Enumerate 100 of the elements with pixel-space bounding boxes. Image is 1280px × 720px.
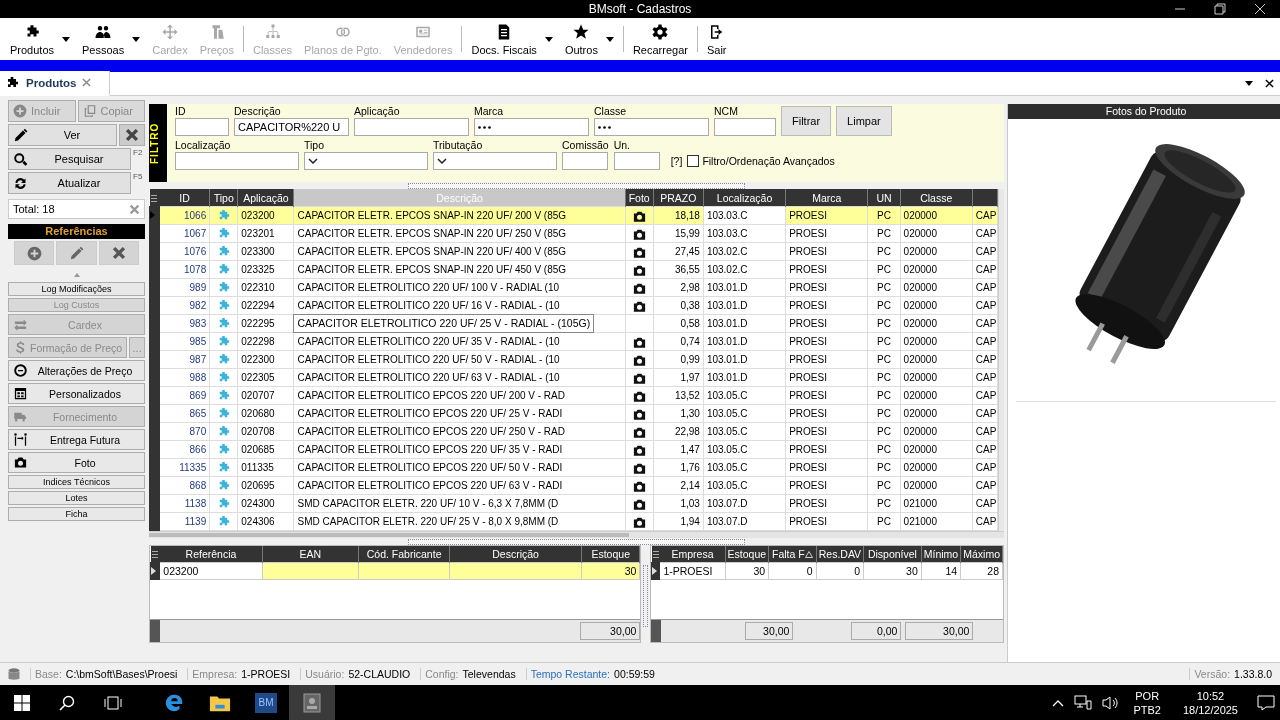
table-row[interactable]: 988 022305 CAPACITOR ELETROLITICO 220 UF/ 63 V - RADIAL - (10 1,97 103.01.D PROESI PC 020000 CAP <box>149 368 998 387</box>
input-field[interactable] <box>354 118 469 136</box>
grid-menu-icon[interactable] <box>151 194 158 202</box>
column-header[interactable]: Descrição <box>449 546 582 563</box>
input-field[interactable] <box>613 152 660 170</box>
close-icon[interactable] <box>1265 79 1274 88</box>
splitter-handle[interactable] <box>408 538 745 545</box>
toolbar-button[interactable]: Produtos <box>4 21 77 60</box>
column-header[interactable]: Estoque <box>725 546 769 563</box>
filter-button[interactable]: Filtrar <box>781 106 832 136</box>
table-row[interactable]: 866 020685 CAPACITOR ELETROLITICO EPCOS 220 UF/ 35 V - RADI 1,47 103.05.C PROESI PC 020000 CAP <box>149 440 998 459</box>
checkbox[interactable] <box>687 155 700 167</box>
toolbar-button[interactable]: Outros <box>558 21 620 60</box>
column-header[interactable]: Tipo <box>209 189 238 207</box>
column-header[interactable]: Empresa <box>659 546 726 563</box>
table-row[interactable]: 1078 023325 CAPACITOR ELETR. EPCOS SNAP-IN 220 UF/ 450 V (85G 36,55 103.02.C PROESI PC 020000 CAP <box>149 260 998 279</box>
column-header[interactable]: Disponível <box>863 546 922 563</box>
table-row[interactable]: 868 020695 CAPACITOR ELETROLITICO EPCOS 220 UF/ 63 V - RADI 2,14 103.05.C PROESI PC 020000 CAP <box>149 476 998 495</box>
toolbar-button[interactable]: Sair <box>700 21 733 60</box>
column-header[interactable]: Falta F <box>768 546 817 563</box>
column-header[interactable]: Res.DAV <box>816 546 864 563</box>
column-header[interactable]: Máximo <box>960 546 1003 563</box>
add-button[interactable] <box>14 241 55 265</box>
link-button[interactable]: Ficha <box>8 507 145 521</box>
clock-date[interactable]: 18/12/2025 <box>1182 702 1238 717</box>
column-header[interactable]: Marca <box>785 189 868 207</box>
keyboard-layout-label[interactable]: PTB2 <box>1133 702 1161 717</box>
toolbar-button[interactable]: Pessoas <box>76 21 147 60</box>
scrollbar[interactable] <box>998 189 1004 531</box>
language-label[interactable]: POR <box>1135 688 1160 703</box>
column-header[interactable]: EAN <box>262 546 359 563</box>
link-button[interactable]: Indices Técnicos <box>8 475 145 489</box>
clear-icon[interactable] <box>129 203 140 215</box>
link-button[interactable]: Personalizados <box>8 383 145 404</box>
splitter-handle[interactable] <box>643 565 649 627</box>
view-button[interactable]: Ver <box>8 124 117 146</box>
table-row[interactable]: 1139 024306 SMD CAPACITOR ELETR. 220 UF/ 25 V - 8,0 X 9,8MM (D 1,94 103.07.D PROESI PC 021000 CAP <box>149 512 998 531</box>
column-header[interactable]: Referência <box>159 546 263 563</box>
table-row[interactable]: 869 020707 CAPACITOR ELETROLITICO EPCOS 220 UF/ 200 V - RAD 13,52 103.05.C PROESI PC 020000 CAP <box>149 386 998 405</box>
edit-button[interactable] <box>56 241 97 265</box>
more-icon[interactable] <box>478 125 491 129</box>
table-row[interactable]: 982 022294 CAPACITOR ELETROLITICO 220 UF/ 16 V - RADIAL - (10 0,38 103.01.D PROESI PC 020000 CAP <box>149 296 998 315</box>
network-icon[interactable] <box>1074 694 1093 711</box>
toolbar-button[interactable]: Recarregar <box>626 21 694 60</box>
search-button[interactable]: Pesquisar <box>8 148 131 170</box>
input-field[interactable] <box>562 152 608 170</box>
table-row[interactable]: 983 022295 CAPACITOR ELETROLITICO 220 UF/ 25 V - RADIAL - (105G) 0,58 103.01.D PROESI PC 020000 CAP <box>149 314 998 333</box>
column-header[interactable]: Foto <box>625 189 654 207</box>
dropdown-field[interactable] <box>304 152 428 170</box>
table-row[interactable]: 11335 011335 CAPACITOR ELETROLITICO EPCOS 220 UF/ 50 V - RADI 1,76 103.05.C PROESI PC 020000 CAP <box>149 458 998 477</box>
caret-icon[interactable] <box>1245 81 1253 86</box>
lookup-field[interactable] <box>594 118 709 136</box>
column-header[interactable]: UN <box>867 189 901 207</box>
delete-button[interactable] <box>98 241 139 265</box>
table-row[interactable]: 1066 023200 CAPACITOR ELETR. EPCOS SNAP-IN 220 UF/ 200 V (85G 18,18 103.03.C PROESI PC 020000 CAP <box>149 206 998 225</box>
restore-icon[interactable] <box>1214 3 1226 15</box>
grid-menu-icon[interactable] <box>151 551 158 558</box>
column-header[interactable]: Classe <box>900 189 973 207</box>
input-field[interactable] <box>175 152 299 170</box>
link-button[interactable]: Lotes <box>8 491 145 505</box>
refresh-button[interactable]: Atualizar <box>8 172 131 194</box>
notification-icon[interactable] <box>1257 694 1275 711</box>
lookup-field[interactable] <box>474 118 589 136</box>
column-header[interactable]: Estoque <box>581 546 640 563</box>
chevron-up-icon[interactable] <box>1052 698 1065 707</box>
splitter-handle[interactable] <box>408 182 745 189</box>
column-header[interactable]: Localização <box>703 189 786 207</box>
search-icon[interactable] <box>59 694 75 711</box>
delete-button[interactable] <box>119 124 145 146</box>
table-row[interactable]: 1138 024300 SMD CAPACITOR ELETR. 220 UF/ 10 V - 6,3 X 7,8MM (D 1,03 103.07.D PROESI PC 021000 CAP <box>149 494 998 513</box>
start-icon[interactable] <box>14 694 30 711</box>
help-link[interactable]: [?] <box>670 155 683 167</box>
link-button[interactable]: Entrega Futura <box>8 429 145 450</box>
table-row[interactable]: 985 022298 CAPACITOR ELETROLITICO 220 UF/ 35 V - RADIAL - (10 0,74 103.01.D PROESI PC 020000 CAP <box>149 332 998 351</box>
link-button[interactable]: Log Modificações <box>8 282 145 296</box>
dropdown-field[interactable] <box>433 152 557 170</box>
tab[interactable]: Produtos <box>0 71 111 96</box>
column-header[interactable]: Cód. Fabricante <box>358 546 450 563</box>
scrollbar[interactable] <box>149 531 1004 538</box>
table-row[interactable]: 1076 023300 CAPACITOR ELETR. EPCOS SNAP-IN 220 UF/ 400 V (85G 27,45 103.02.C PROESI PC 020000 CAP <box>149 242 998 261</box>
link-button[interactable]: Alterações de Preço <box>8 360 145 381</box>
table-row[interactable]: 865 020680 CAPACITOR ELETROLITICO EPCOS 220 UF/ 25 V - RADI 1,30 103.05.C PROESI PC 020000 CAP <box>149 404 998 423</box>
input-field[interactable] <box>714 118 776 136</box>
input-field[interactable]: CAPACITOR%220 U <box>234 118 349 136</box>
table-row[interactable]: 023200 30 <box>150 562 640 580</box>
clock-time[interactable]: 10:52 <box>1196 688 1225 703</box>
table-row[interactable]: 1067 023201 CAPACITOR ELETR. EPCOS SNAP-IN 220 UF/ 250 V (85G 15,99 103.03.C PROESI PC 020000 CAP <box>149 224 998 243</box>
filter-button[interactable]: Limpar <box>836 106 892 136</box>
grid-menu-icon[interactable] <box>652 551 659 558</box>
table-row[interactable]: 989 022310 CAPACITOR ELETROLITICO 220 UF/ 100 V - RADIAL (10 2,98 103.01.D PROESI PC 020000 CAP <box>149 278 998 297</box>
column-header[interactable]: Aplicação <box>237 189 294 207</box>
volume-icon[interactable] <box>1102 694 1121 711</box>
more-icon[interactable] <box>598 125 611 129</box>
table-row[interactable]: 1-PROESI 30 0 0 30 14 28 <box>651 562 1003 580</box>
column-header[interactable]: Mínimo <box>921 546 961 563</box>
column-header[interactable]: PRAZO <box>653 189 704 207</box>
table-row[interactable]: 987 022300 CAPACITOR ELETROLITICO 220 UF/ 50 V - RADIAL - (10 0,99 103.01.D PROESI PC 020000 CAP <box>149 350 998 369</box>
input-field[interactable] <box>175 118 229 136</box>
task-view-icon[interactable] <box>104 695 122 710</box>
table-row[interactable]: 870 020708 CAPACITOR ELETROLITICO EPCOS 220 UF/ 250 V - RAD 22,98 103.05.C PROESI PC 020000 CAP <box>149 422 998 441</box>
